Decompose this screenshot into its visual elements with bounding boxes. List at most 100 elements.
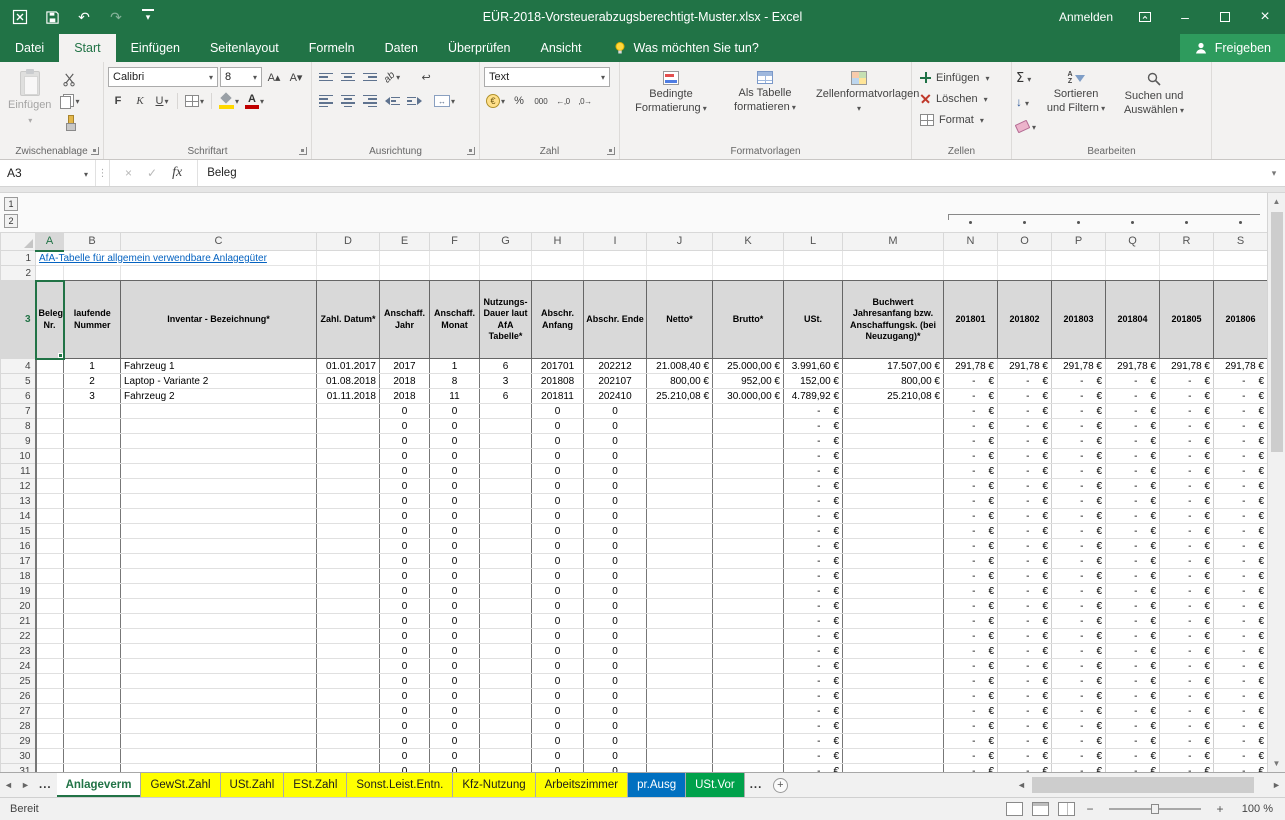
cell-M26[interactable] (843, 689, 944, 704)
cell-K2[interactable] (713, 266, 784, 281)
cell-Q12[interactable]: -€ (1106, 479, 1160, 494)
ribbon-tab-daten[interactable]: Daten (370, 34, 433, 62)
cell-F18[interactable]: 0 (430, 569, 480, 584)
cell-C20[interactable] (121, 599, 317, 614)
cell-S15[interactable]: -€ (1214, 524, 1268, 539)
cell-E1[interactable] (380, 251, 430, 266)
cell-O5[interactable]: -€ (998, 374, 1052, 389)
cell-I23[interactable]: 0 (584, 644, 647, 659)
cell-I27[interactable]: 0 (584, 704, 647, 719)
cell-K12[interactable] (713, 479, 784, 494)
cell-F12[interactable]: 0 (430, 479, 480, 494)
cell-B30[interactable] (64, 749, 121, 764)
col-header-H[interactable]: H (532, 233, 584, 251)
cell-K31[interactable] (713, 764, 784, 773)
cell-E26[interactable]: 0 (380, 689, 430, 704)
cell-H1[interactable] (532, 251, 584, 266)
cell-A28[interactable] (36, 719, 64, 734)
cell-O31[interactable]: -€ (998, 764, 1052, 773)
cell-H24[interactable]: 0 (532, 659, 584, 674)
cell-O1[interactable] (998, 251, 1052, 266)
cell-K30[interactable] (713, 749, 784, 764)
cell-N21[interactable]: -€ (944, 614, 998, 629)
cell-A7[interactable] (36, 404, 64, 419)
cell-L8[interactable]: -€ (784, 419, 843, 434)
cell-K14[interactable] (713, 509, 784, 524)
cell-D10[interactable] (317, 449, 380, 464)
cell-C18[interactable] (121, 569, 317, 584)
col-header-Q[interactable]: Q (1106, 233, 1160, 251)
cell-D7[interactable] (317, 404, 380, 419)
row-header-2[interactable]: 2 (1, 266, 36, 281)
sheet-nav-left-icon[interactable]: ◄ (0, 773, 17, 797)
cell-C27[interactable] (121, 704, 317, 719)
cell-B11[interactable] (64, 464, 121, 479)
cell-L21[interactable]: -€ (784, 614, 843, 629)
afa-table-link[interactable]: AfA-Tabelle für allgemein verwendbare An… (39, 253, 267, 264)
cell-F16[interactable]: 0 (430, 539, 480, 554)
cell-A22[interactable] (36, 629, 64, 644)
cell-F21[interactable]: 0 (430, 614, 480, 629)
cell-S17[interactable]: -€ (1214, 554, 1268, 569)
cell-M31[interactable] (843, 764, 944, 773)
cell-I19[interactable]: 0 (584, 584, 647, 599)
cell-J6[interactable]: 25.210,08 € (647, 389, 713, 404)
cell-F26[interactable]: 0 (430, 689, 480, 704)
formula-bar-expand-icon[interactable] (1263, 160, 1285, 186)
col-header-J[interactable]: J (647, 233, 713, 251)
cell-D22[interactable] (317, 629, 380, 644)
cell-G12[interactable] (480, 479, 532, 494)
cell-B31[interactable] (64, 764, 121, 773)
cell-P17[interactable]: -€ (1052, 554, 1106, 569)
cell-A2[interactable] (36, 266, 64, 281)
outline-level-1-button[interactable]: 1 (4, 197, 18, 211)
cell-B28[interactable] (64, 719, 121, 734)
cell-P1[interactable] (1052, 251, 1106, 266)
cell-F13[interactable]: 0 (430, 494, 480, 509)
cell-N3[interactable]: 201801 (944, 281, 998, 359)
cell-G27[interactable] (480, 704, 532, 719)
cell-I22[interactable]: 0 (584, 629, 647, 644)
cell-O30[interactable]: -€ (998, 749, 1052, 764)
cell-C17[interactable] (121, 554, 317, 569)
cut-button[interactable] (58, 69, 81, 89)
cell-D23[interactable] (317, 644, 380, 659)
cell-M21[interactable] (843, 614, 944, 629)
cell-P12[interactable]: -€ (1052, 479, 1106, 494)
cell-E8[interactable]: 0 (380, 419, 430, 434)
cell-E5[interactable]: 2018 (380, 374, 430, 389)
zoom-slider-thumb[interactable] (1151, 804, 1159, 814)
cell-M4[interactable]: 17.507,00 € (843, 359, 944, 374)
ribbon-tab-datei[interactable]: Datei (0, 34, 59, 62)
cell-I5[interactable]: 202107 (584, 374, 647, 389)
cell-G2[interactable] (480, 266, 532, 281)
cell-C25[interactable] (121, 674, 317, 689)
cell-N10[interactable]: -€ (944, 449, 998, 464)
cell-B6[interactable]: 3 (64, 389, 121, 404)
cell-H29[interactable]: 0 (532, 734, 584, 749)
cell-M12[interactable] (843, 479, 944, 494)
cell-J7[interactable] (647, 404, 713, 419)
col-header-P[interactable]: P (1052, 233, 1106, 251)
cell-S1[interactable] (1214, 251, 1268, 266)
cell-A24[interactable] (36, 659, 64, 674)
cell-H3[interactable]: Abschr. Anfang (532, 281, 584, 359)
cell-R26[interactable]: -€ (1160, 689, 1214, 704)
cell-Q11[interactable]: -€ (1106, 464, 1160, 479)
sheet-overflow-right[interactable]: ... (745, 773, 768, 797)
cell-Q5[interactable]: -€ (1106, 374, 1160, 389)
cell-I11[interactable]: 0 (584, 464, 647, 479)
cell-M11[interactable] (843, 464, 944, 479)
cell-F27[interactable]: 0 (430, 704, 480, 719)
cell-S24[interactable]: -€ (1214, 659, 1268, 674)
hscroll-left-icon[interactable]: ◄ (1013, 780, 1030, 790)
undo-icon[interactable]: ↶ (76, 8, 92, 26)
cell-Q3[interactable]: 201804 (1106, 281, 1160, 359)
cell-H21[interactable]: 0 (532, 614, 584, 629)
cell-D21[interactable] (317, 614, 380, 629)
align-middle-button[interactable] (338, 67, 358, 87)
cell-P31[interactable]: -€ (1052, 764, 1106, 773)
cell-P29[interactable]: -€ (1052, 734, 1106, 749)
format-cells-button[interactable]: Format (916, 109, 1007, 130)
hscroll-right-icon[interactable]: ► (1268, 780, 1285, 790)
